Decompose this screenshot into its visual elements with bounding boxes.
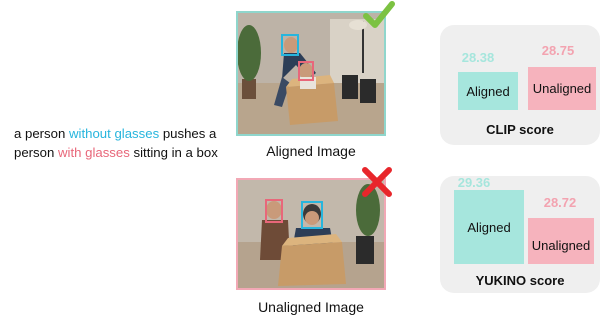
clip-unaligned-bar-label: Unaligned bbox=[532, 81, 592, 96]
yukino-aligned-score: 29.36 bbox=[457, 175, 491, 190]
yukino-unaligned-score: 28.72 bbox=[543, 195, 577, 210]
clip-score-title: CLIP score bbox=[486, 122, 554, 137]
caption-with-glasses: with glasses bbox=[58, 145, 130, 160]
unaligned-image-label: Unaligned Image bbox=[258, 299, 364, 315]
yukino-unaligned-bar: Unaligned bbox=[528, 218, 594, 264]
caption-part-5: sitting in a box bbox=[129, 145, 218, 160]
prompt-caption: a person without glasses pushes a person… bbox=[14, 124, 224, 162]
caption-part-1: a person bbox=[14, 126, 69, 141]
clip-unaligned-score: 28.75 bbox=[541, 43, 575, 58]
aligned-photo bbox=[238, 13, 384, 134]
yukino-aligned-bar: Aligned bbox=[454, 190, 524, 264]
cross-icon bbox=[360, 166, 394, 198]
aligned-image-label: Aligned Image bbox=[266, 143, 356, 159]
clip-score-panel: 28.38 28.75 Aligned Unaligned CLIP score bbox=[440, 25, 600, 145]
yukino-aligned-bar-label: Aligned bbox=[467, 219, 511, 235]
clip-aligned-score: 28.38 bbox=[461, 50, 495, 65]
yukino-unaligned-bar-label: Unaligned bbox=[531, 237, 591, 253]
yukino-score-panel: 29.36 Aligned 28.72 Unaligned YUKINO sco… bbox=[440, 175, 600, 293]
check-icon bbox=[363, 0, 395, 30]
caption-without-glasses: without glasses bbox=[69, 126, 160, 141]
yukino-score-title: YUKINO score bbox=[475, 273, 565, 288]
clip-aligned-bar: Aligned bbox=[458, 72, 518, 110]
clip-aligned-bar-label: Aligned bbox=[466, 83, 510, 99]
clip-unaligned-bar: Unaligned bbox=[528, 67, 596, 110]
